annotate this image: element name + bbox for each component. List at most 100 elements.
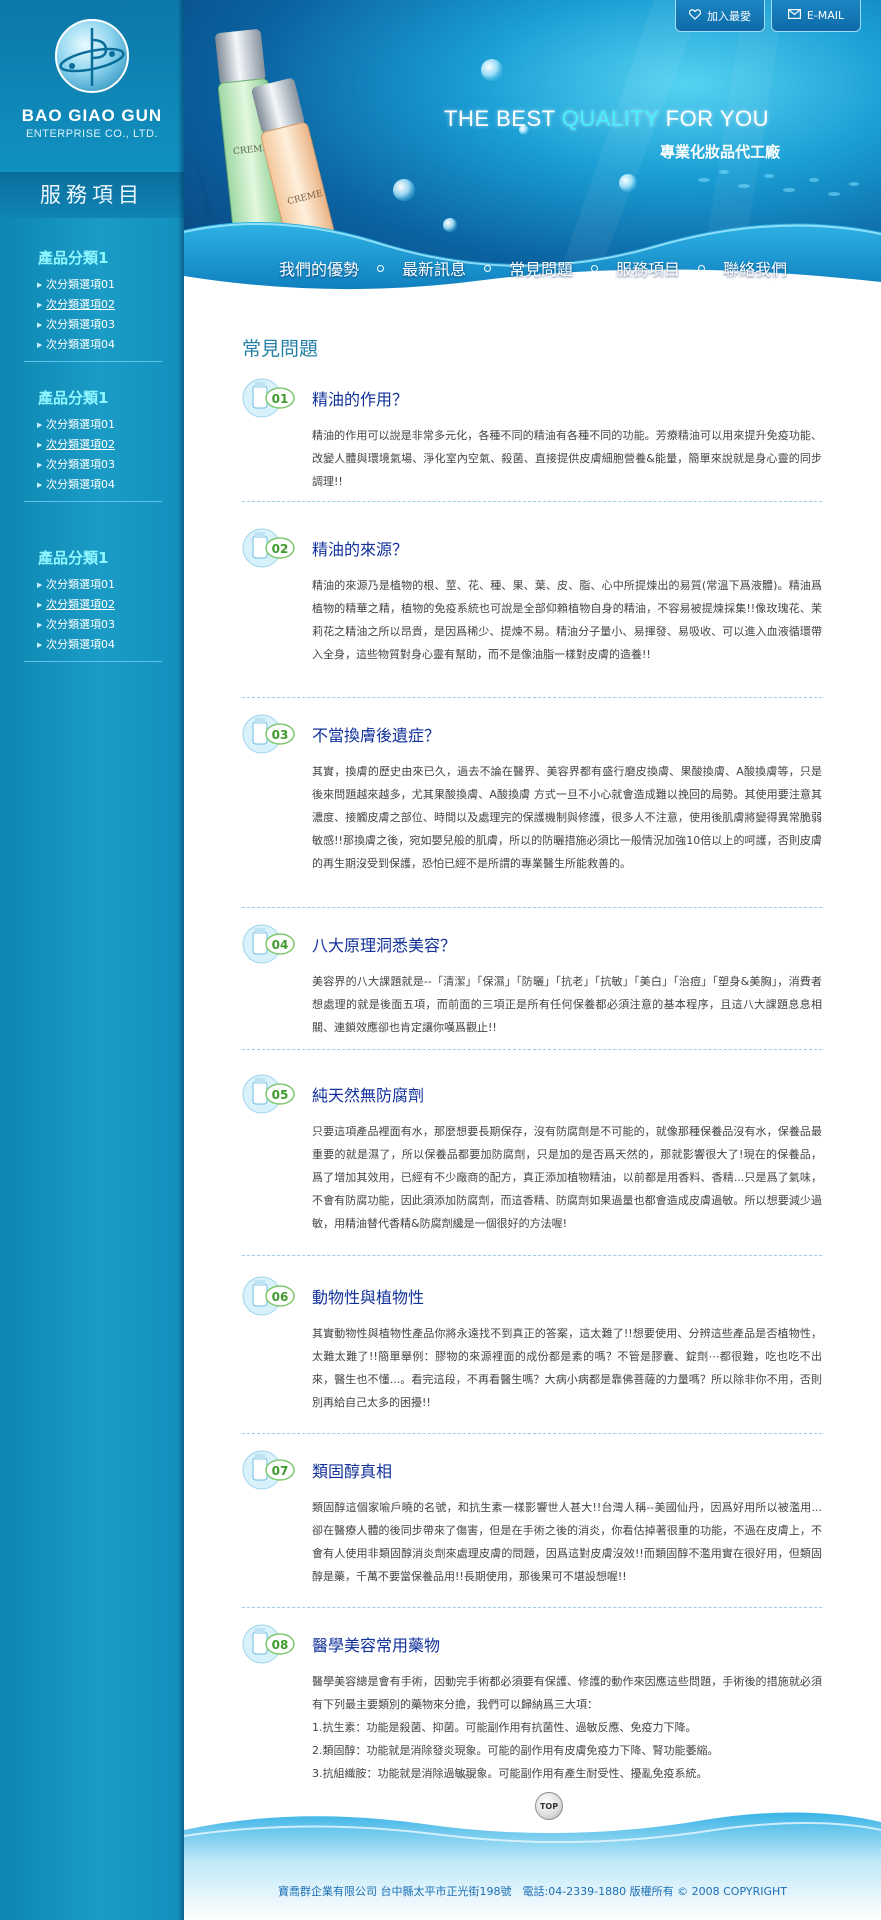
bullet-arrow-icon: ▶ (37, 301, 43, 309)
mail-icon (787, 9, 801, 22)
email-label: E-MAIL (806, 9, 845, 22)
nav-contact[interactable]: 聯絡我們 (723, 256, 787, 280)
add-favorite-label: 加入最愛 (707, 9, 751, 23)
faq-question: 精油的來源？ (312, 540, 409, 559)
header-banner: CREME ECRAN T CREME 加入最愛 E-MAIL THE BEST… (184, 0, 881, 300)
faq-question: 類固醇真相 (312, 1462, 393, 1481)
faq-answer: 精油的作用可以說是非常多元化，各種不同的精油有各種不同的功能。芳療精油可以用來提… (312, 429, 822, 488)
main-content: 常見問題 01 精油的作用？ 精油的作用可以說是非常多元化，各種不同的精油有各種… (184, 300, 881, 1820)
subcategory-item[interactable]: ▶ 次分類選項01 (24, 415, 162, 435)
category-group: 產品分類1 ▶ 次分類選項01 ▶ 次分類選項02 ▶ 次分類選項03 ▶ 次分類選項0… (24, 246, 162, 362)
subcategory-item[interactable]: ▶ 次分類選項04 (24, 635, 162, 655)
tagline-cn: 專業化妝品代工廠 (660, 143, 781, 161)
faq-question: 純天然無防腐劑 (312, 1086, 425, 1105)
nav-separator (377, 264, 385, 272)
subcategory-item[interactable]: ▶ 次分類選項03 (24, 455, 162, 475)
top-label[interactable]: TOP (459, 1773, 475, 1781)
email-button[interactable]: E-MAIL (771, 0, 861, 32)
faq-badge-icon: 08 (242, 1624, 295, 1664)
faq-item: 06 動物性與植物性 其實動物性與植物性產品你將永遠找不到真正的答案，這太難了!… (242, 1274, 822, 1434)
svg-text:07: 07 (272, 1464, 289, 1478)
faq-answer: 醫學美容總是會有手術，因動完手術都必須要有保護、修護的動作來因應這些問題，手術後… (312, 1675, 822, 1780)
bullet-arrow-icon: ▶ (37, 321, 43, 329)
category-title[interactable]: 產品分類1 (24, 246, 162, 270)
main-nav: 我們的優勢 最新訊息 常見問題 服務項目 聯絡我們 (184, 256, 881, 280)
svg-text:06: 06 (272, 1290, 289, 1304)
sidebar-title: 服務項目 (0, 172, 184, 218)
company-logo (55, 19, 129, 93)
category-divider (24, 661, 162, 662)
svg-text:04: 04 (272, 938, 289, 952)
heart-icon (688, 8, 702, 23)
category-title[interactable]: 產品分類1 (24, 546, 162, 570)
subcategory-item[interactable]: ▶ 次分類選項04 (24, 335, 162, 355)
faq-question: 八大原理洞悉美容？ (312, 936, 457, 955)
subcategory-item[interactable]: ▶ 次分類選項02 (24, 295, 162, 315)
bullet-arrow-icon: ▶ (37, 481, 43, 489)
nav-advantages[interactable]: 我們的優勢 (279, 256, 359, 280)
nav-separator (698, 264, 706, 272)
footer-copyright: 寶喬群企業有限公司 台中縣太平市正光街198號 電話:04-2339-1880 … (278, 1885, 787, 1898)
svg-text:08: 08 (272, 1638, 289, 1652)
bullet-arrow-icon: ▶ (37, 461, 43, 469)
subcategory-item[interactable]: ▶ 次分類選項01 (24, 275, 162, 295)
footer: 寶喬群企業有限公司 台中縣太平市正光街198號 電話:04-2339-1880 … (184, 1800, 881, 1920)
faq-item: 01 精油的作用？ 精油的作用可以說是非常多元化，各種不同的精油有各種不同的功能… (242, 376, 822, 502)
nav-separator (591, 264, 599, 272)
bullet-arrow-icon: ▶ (37, 641, 43, 649)
bullet-arrow-icon: ▶ (37, 341, 43, 349)
page-title: 常見問題 (242, 338, 319, 360)
add-favorite-button[interactable]: 加入最愛 (675, 0, 765, 32)
nav-services[interactable]: 服務項目 (616, 256, 680, 280)
faq-answer: 美容界的八大課題就是--「清潔」「保濕」「防曬」「抗老」「抗敏」「美白」「治痘」… (312, 975, 822, 1034)
category-title[interactable]: 產品分類1 (24, 386, 162, 410)
faq-answer: 其實動物性與植物性產品你將永遠找不到真正的答案，這太難了!!想要使用、分辨這些產… (312, 1327, 822, 1409)
faq-badge-icon: 04 (242, 924, 295, 964)
faq-badge-icon: 07 (242, 1450, 295, 1490)
faq-item: 03 不當換膚後遺症？ 其實，換膚的歷史由來已久，過去不論在醫界、美容界都有盛行… (242, 712, 822, 908)
bullet-arrow-icon: ▶ (37, 421, 43, 429)
faq-answer: 其實，換膚的歷史由來已久，過去不論在醫界、美容界都有盛行磨皮換膚、果酸換膚、A酸… (312, 765, 822, 870)
subcategory-item[interactable]: ▶ 次分類選項03 (24, 315, 162, 335)
category-group: 產品分類1 ▶ 次分類選項01 ▶ 次分類選項02 ▶ 次分類選項03 ▶ 次分類選項0… (24, 386, 162, 502)
faq-item: 05 純天然無防腐劑 只要這項產品裡面有水，那麼想要長期保存，沒有防腐劑是不可能… (242, 1072, 822, 1256)
faq-badge-icon: 05 (242, 1074, 295, 1114)
faq-answer: 只要這項產品裡面有水，那麼想要長期保存，沒有防腐劑是不可能的，就像那種保養品沒有… (312, 1125, 822, 1230)
subcategory-item[interactable]: ▶ 次分類選項04 (24, 475, 162, 495)
svg-text:01: 01 (272, 392, 289, 406)
bullet-arrow-icon: ▶ (37, 281, 43, 289)
sidebar: BAO GIAO GUN ENTERPRISE CO., LTD. 服務項目 產… (0, 0, 184, 1920)
tagline: THE BEST QUALITY FOR YOU (444, 106, 769, 131)
bullet-arrow-icon: ▶ (37, 621, 43, 629)
faq-question: 醫學美容常用藥物 (312, 1636, 441, 1655)
faq-item: 04 八大原理洞悉美容？ 美容界的八大課題就是--「清潔」「保濕」「防曬」「抗老… (242, 922, 822, 1050)
category-divider (24, 501, 162, 502)
svg-text:03: 03 (272, 728, 289, 742)
bullet-arrow-icon: ▶ (37, 581, 43, 589)
faq-question: 不當換膚後遺症？ (312, 726, 441, 745)
faq-question: 精油的作用？ (312, 390, 409, 409)
footer-wave (184, 1812, 881, 1920)
nav-separator (484, 264, 492, 272)
bullet-arrow-icon: ▶ (37, 441, 43, 449)
svg-text:05: 05 (272, 1088, 289, 1102)
subcategory-item[interactable]: ▶ 次分類選項01 (24, 575, 162, 595)
nav-news[interactable]: 最新訊息 (402, 256, 466, 280)
faq-item: 08 醫學美容常用藥物 醫學美容總是會有手術，因動完手術都必須要有保護、修護的動… (242, 1622, 822, 1782)
faq-badge-icon: 02 (242, 528, 295, 568)
company-name-en-sub: ENTERPRISE CO., LTD. (25, 128, 159, 140)
faq-badge-icon: 03 (242, 714, 295, 754)
faq-question: 動物性與植物性 (312, 1288, 425, 1307)
faq-badge-icon: 06 (242, 1276, 295, 1316)
category-divider (24, 361, 162, 362)
faq-item: 02 精油的來源？ 精油的來源乃是植物的根、莖、花、種、果、葉、皮、脂、心中所提… (242, 526, 822, 698)
category-group: 產品分類1 ▶ 次分類選項01 ▶ 次分類選項02 ▶ 次分類選項03 ▶ 次分類選項0… (24, 546, 162, 662)
svg-text:02: 02 (272, 542, 289, 556)
subcategory-item[interactable]: ▶ 次分類選項02 (24, 595, 162, 615)
nav-faq[interactable]: 常見問題 (509, 256, 573, 280)
faq-answer: 類固醇這個家喻戶曉的名號，和抗生素一樣影響世人甚大!!台灣人稱--美國仙丹，因爲… (312, 1501, 822, 1583)
subcategory-item[interactable]: ▶ 次分類選項02 (24, 435, 162, 455)
subcategory-item[interactable]: ▶ 次分類選項03 (24, 615, 162, 635)
bullet-arrow-icon: ▶ (37, 601, 43, 609)
faq-badge-icon: 01 (242, 378, 295, 418)
